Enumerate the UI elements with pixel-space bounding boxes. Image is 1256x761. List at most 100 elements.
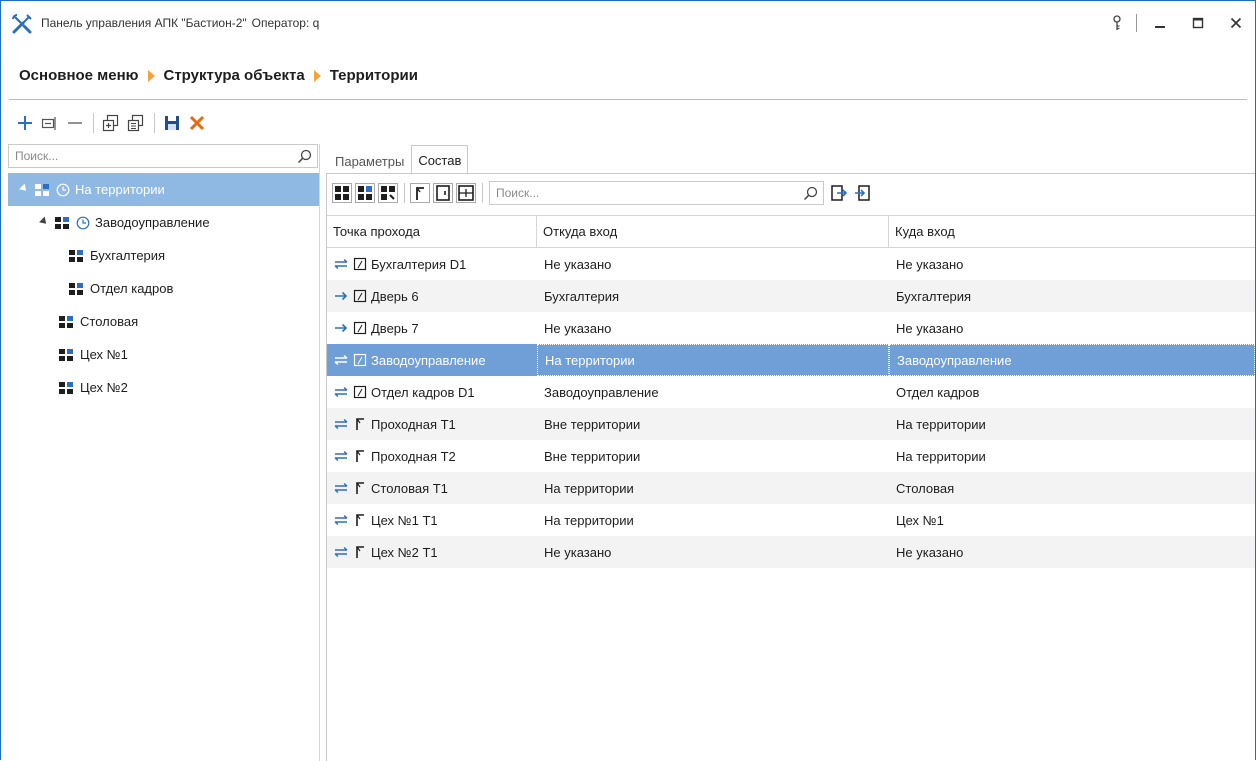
tree-node[interactable]: Отдел кадров bbox=[8, 272, 319, 305]
cell-point: Дверь 6 bbox=[327, 280, 537, 312]
paste-icon bbox=[127, 114, 144, 132]
import-button[interactable] bbox=[851, 182, 873, 204]
remove-button[interactable] bbox=[63, 111, 87, 135]
cell-point: Цех №2 Т1 bbox=[327, 536, 537, 568]
turnstile-icon bbox=[356, 450, 364, 462]
expand-arrow-icon[interactable] bbox=[19, 183, 29, 194]
save-button[interactable] bbox=[160, 111, 184, 135]
cell-to: Бухгалтерия bbox=[896, 288, 972, 304]
point-name: Заводоуправление bbox=[371, 352, 486, 368]
one-way-arrow-icon bbox=[335, 323, 348, 333]
cell-to: На территории bbox=[896, 448, 986, 464]
two-way-arrow-icon bbox=[334, 354, 348, 366]
minimize-button[interactable] bbox=[1141, 7, 1179, 39]
territory-icon bbox=[59, 348, 73, 361]
table-row[interactable]: Дверь 6 Бухгалтерия Бухгалтерия bbox=[327, 280, 1255, 312]
toolbar-separator bbox=[482, 183, 483, 203]
cell-to: Не указано bbox=[896, 256, 964, 272]
filter-turnstile-button[interactable] bbox=[409, 182, 431, 204]
tab-composition[interactable]: Состав bbox=[411, 145, 469, 174]
cell-from: Не указано bbox=[544, 320, 612, 336]
breadcrumb-main-menu[interactable]: Основное меню bbox=[19, 67, 139, 84]
filter-door-button[interactable] bbox=[432, 182, 454, 204]
table-row[interactable]: Проходная Т1 Вне территории На территории bbox=[327, 408, 1255, 440]
copy-icon bbox=[102, 114, 119, 132]
tree-node[interactable]: Столовая bbox=[8, 305, 319, 338]
table-row[interactable]: Цех №2 Т1 Не указано Не указано bbox=[327, 536, 1255, 568]
key-button[interactable] bbox=[1102, 7, 1132, 39]
column-header-to[interactable]: Куда вход bbox=[889, 216, 1255, 247]
cell-point: Столовая Т1 bbox=[327, 472, 537, 504]
table-row[interactable]: Отдел кадров D1 Заводоуправление Отдел кад… bbox=[327, 376, 1255, 408]
main-toolbar bbox=[13, 111, 210, 135]
maximize-button[interactable] bbox=[1179, 7, 1217, 39]
edit-icon bbox=[41, 117, 56, 130]
cell-from: На территории bbox=[544, 480, 634, 496]
table-row[interactable]: Столовая Т1 На территории Столовая bbox=[327, 472, 1255, 504]
header-divider bbox=[9, 99, 1247, 100]
grid-toolbar bbox=[331, 179, 874, 207]
tree-node[interactable]: Цех №2 bbox=[8, 371, 319, 404]
show-linked-button[interactable] bbox=[377, 182, 399, 204]
turnstile-icon bbox=[356, 482, 364, 494]
cancel-button[interactable] bbox=[185, 111, 209, 135]
cell-to: Заводоуправление bbox=[889, 344, 1255, 376]
point-name: Проходная Т2 bbox=[371, 448, 456, 464]
tree-node[interactable]: На территории bbox=[8, 173, 319, 206]
tree-node[interactable]: Бухгалтерия bbox=[8, 239, 319, 272]
table-row[interactable]: Дверь 7 Не указано Не указано bbox=[327, 312, 1255, 344]
column-header-point[interactable]: Точка прохода bbox=[327, 216, 537, 247]
save-icon bbox=[165, 116, 179, 130]
filter-gate-button[interactable] bbox=[455, 182, 477, 204]
cell-from: Вне территории bbox=[544, 416, 641, 432]
door-icon bbox=[353, 353, 367, 367]
gate-icon bbox=[456, 183, 476, 203]
door-icon bbox=[353, 385, 367, 399]
breadcrumb-object-structure[interactable]: Структура объекта bbox=[164, 67, 305, 84]
cell-from: На территории bbox=[544, 512, 634, 528]
tree-node-label: Столовая bbox=[80, 314, 139, 329]
export-button[interactable] bbox=[828, 182, 850, 204]
tree-node-label: Цех №2 bbox=[80, 380, 128, 395]
tree-pane: На территории Заводоуправление Бухгалтерия… bbox=[8, 144, 320, 761]
territory-icon bbox=[55, 216, 69, 229]
tree-node[interactable]: Цех №1 bbox=[8, 338, 319, 371]
add-button[interactable] bbox=[13, 111, 37, 135]
export-icon bbox=[831, 185, 848, 201]
table-row[interactable]: Проходная Т2 Вне территории На территории bbox=[327, 440, 1255, 472]
operator-label: Оператор: q bbox=[251, 16, 320, 30]
tree-search-box bbox=[8, 144, 318, 168]
column-header-from[interactable]: Откуда вход bbox=[537, 216, 889, 247]
table-row[interactable]: Заводоуправление На территории Заводоуправ… bbox=[327, 344, 1255, 376]
key-icon bbox=[1113, 15, 1121, 30]
show-all-button[interactable] bbox=[331, 182, 353, 204]
tree-node[interactable]: Заводоуправление bbox=[8, 206, 319, 239]
tab-parameters[interactable]: Параметры bbox=[328, 147, 411, 174]
two-way-arrow-icon bbox=[334, 546, 348, 558]
grid-search-input[interactable] bbox=[490, 182, 801, 204]
maximize-icon bbox=[1192, 17, 1204, 29]
paste-button[interactable] bbox=[124, 111, 148, 135]
edit-button[interactable] bbox=[38, 111, 62, 135]
close-button[interactable] bbox=[1217, 7, 1255, 39]
two-way-arrow-icon bbox=[334, 482, 348, 494]
table-row[interactable]: Цех №1 Т1 На территории Цех №1 bbox=[327, 504, 1255, 536]
point-name: Столовая Т1 bbox=[371, 480, 448, 496]
table-body: Бухгалтерия D1 Не указано Не указано Дверь … bbox=[327, 248, 1255, 568]
tree-search-input[interactable] bbox=[9, 145, 295, 167]
expand-arrow-icon[interactable] bbox=[39, 216, 49, 227]
show-nested-button[interactable] bbox=[354, 182, 376, 204]
point-name: Проходная Т1 bbox=[371, 416, 456, 432]
table-row[interactable]: Бухгалтерия D1 Не указано Не указано bbox=[327, 248, 1255, 280]
cell-point: Отдел кадров D1 bbox=[327, 376, 537, 408]
point-name: Дверь 7 bbox=[371, 320, 419, 336]
grid-linked-icon bbox=[378, 183, 398, 203]
tab-strip: Параметры Состав bbox=[328, 144, 469, 174]
copy-button[interactable] bbox=[99, 111, 123, 135]
one-way-arrow-icon bbox=[335, 291, 348, 301]
search-icon[interactable] bbox=[801, 184, 819, 202]
window-title: Панель управления АПК "Бастион-2" Операто… bbox=[41, 16, 319, 30]
title-bar[interactable]: Панель управления АПК "Бастион-2" Операто… bbox=[1, 1, 1255, 45]
breadcrumb-territories: Территории bbox=[329, 67, 418, 84]
search-icon[interactable] bbox=[295, 147, 313, 165]
